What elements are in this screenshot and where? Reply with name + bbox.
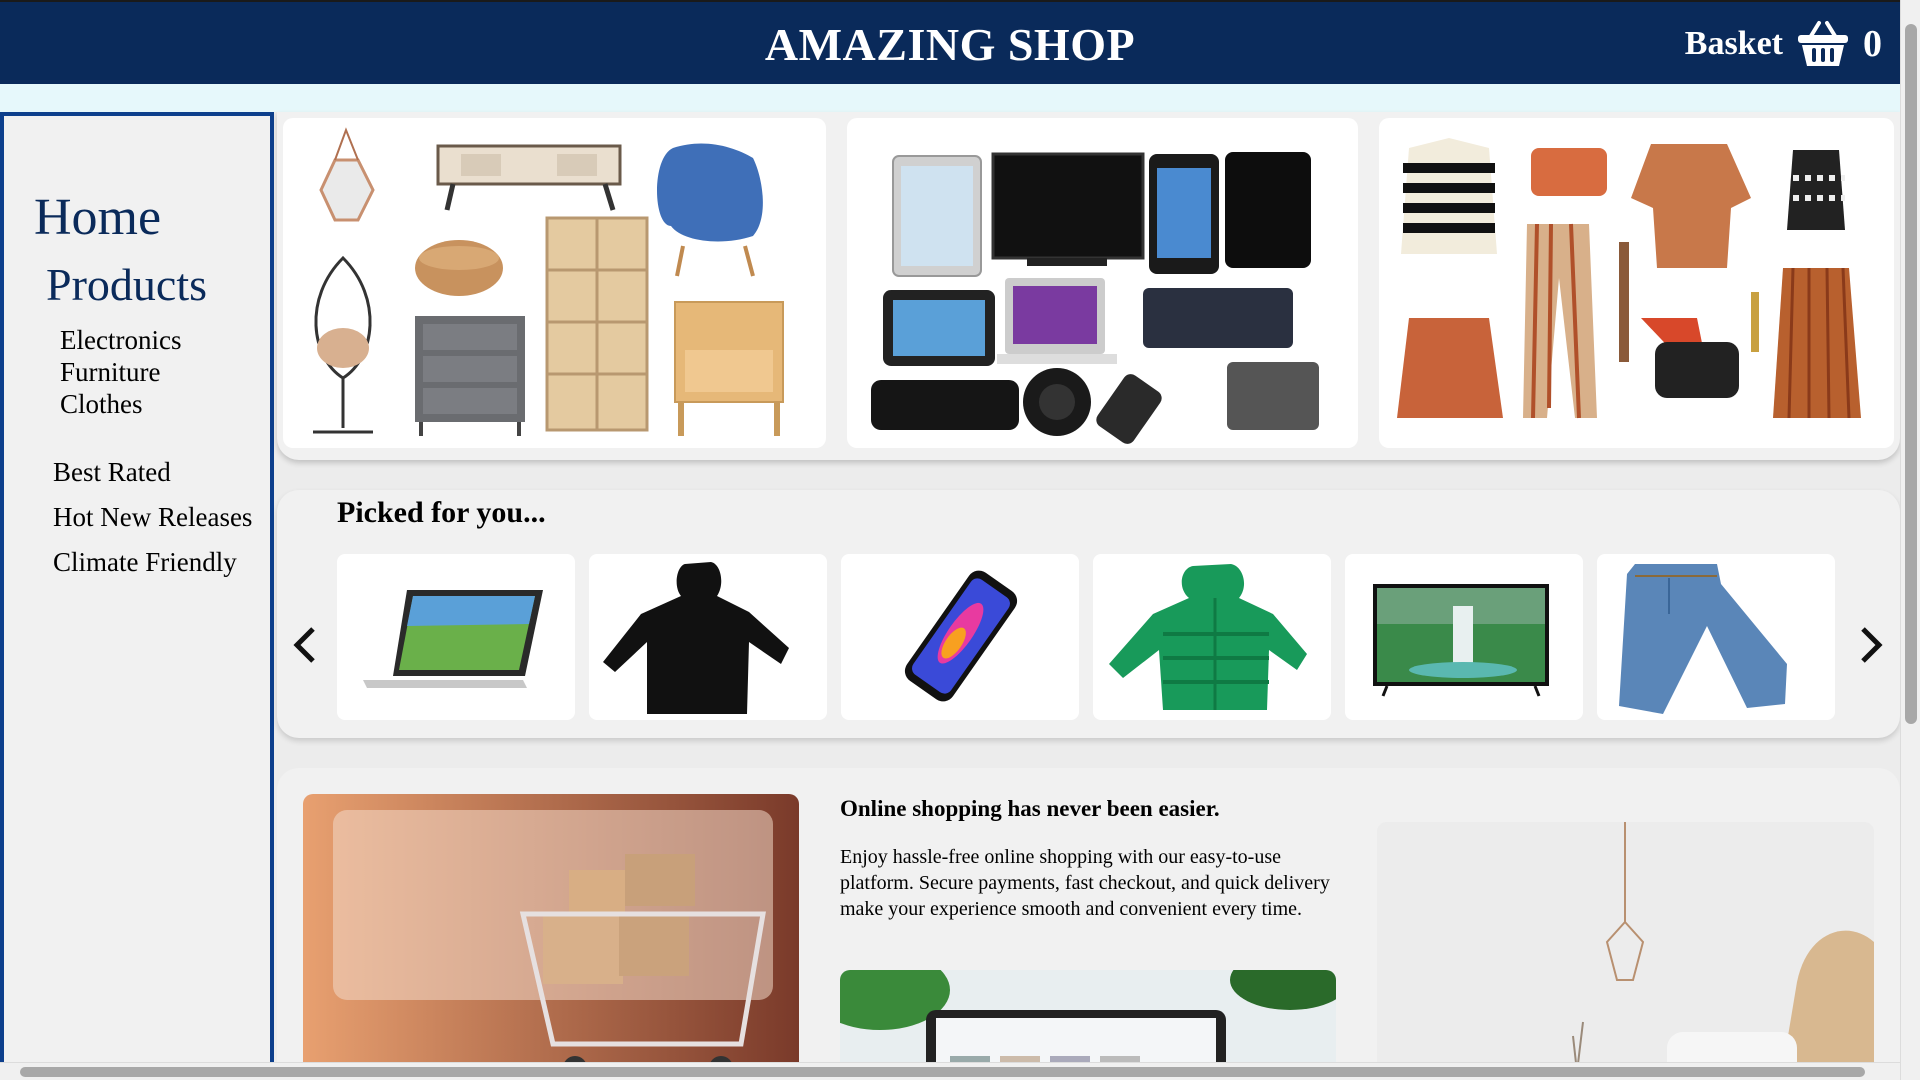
info-body: Enjoy hassle-free online shopping with o…: [840, 846, 1330, 920]
furniture-image: [313, 127, 784, 436]
info-section: Online shopping has never been easier. E…: [277, 768, 1900, 1080]
product-card-smartphone[interactable]: [841, 554, 1079, 720]
picked-for-you-section: Picked for you...: [277, 490, 1900, 738]
picked-title: Picked for you...: [337, 496, 546, 529]
horizontal-scrollbar[interactable]: [0, 1062, 1900, 1080]
carousel-prev-button[interactable]: [285, 620, 325, 670]
electronics-image: [871, 152, 1319, 444]
nav-clothes[interactable]: Clothes: [60, 389, 143, 420]
hero-card-furniture[interactable]: [283, 118, 826, 448]
nav-climate-friendly[interactable]: Climate Friendly: [53, 547, 237, 578]
vertical-scrollbar-thumb[interactable]: [1905, 24, 1917, 724]
site-header: AMAZING SHOP Basket 0: [0, 0, 1900, 84]
header-strip: [0, 84, 1900, 112]
hoodie-image: [603, 562, 789, 714]
basket-button[interactable]: Basket 0: [1685, 20, 1882, 68]
nav-products[interactable]: Products: [46, 258, 207, 311]
nav-best-rated[interactable]: Best Rated: [53, 457, 171, 488]
carousel-next-button[interactable]: [1851, 620, 1891, 670]
sidebar: Home Products Electronics Furniture Clot…: [0, 112, 274, 1062]
nav-electronics[interactable]: Electronics: [60, 325, 181, 356]
product-card-television[interactable]: [1345, 554, 1583, 720]
horizontal-scrollbar-thumb[interactable]: [20, 1067, 1865, 1077]
vertical-scrollbar[interactable]: [1900, 0, 1920, 1080]
nav-hot-new-releases[interactable]: Hot New Releases: [53, 502, 252, 533]
info-heading: Online shopping has never been easier.: [840, 796, 1220, 821]
site-title[interactable]: AMAZING SHOP: [0, 18, 1900, 71]
hero-banner: [277, 112, 1900, 460]
jeans-image: [1619, 564, 1787, 714]
clothes-image: [1397, 138, 1861, 419]
hero-card-clothes[interactable]: [1379, 118, 1894, 448]
product-card-hoodie[interactable]: [589, 554, 827, 720]
chevron-left-icon: [293, 627, 315, 663]
product-card-jacket[interactable]: [1093, 554, 1331, 720]
shopping-cart-image: [303, 794, 799, 1080]
nav-furniture[interactable]: Furniture: [60, 357, 161, 388]
smartphone-image: [904, 570, 1018, 702]
basket-label: Basket: [1684, 25, 1783, 62]
interior-image: [1377, 822, 1874, 1080]
nav-home[interactable]: Home: [34, 188, 161, 247]
basket-icon: [1798, 21, 1848, 66]
jacket-image: [1109, 564, 1307, 710]
chevron-right-icon: [1861, 627, 1883, 663]
product-card-laptop[interactable]: [337, 554, 575, 720]
basket-count: 0: [1863, 23, 1882, 65]
hero-card-electronics[interactable]: [847, 118, 1358, 448]
laptop-image: [363, 590, 543, 688]
product-card-jeans[interactable]: [1597, 554, 1835, 720]
television-image: [1373, 584, 1549, 697]
